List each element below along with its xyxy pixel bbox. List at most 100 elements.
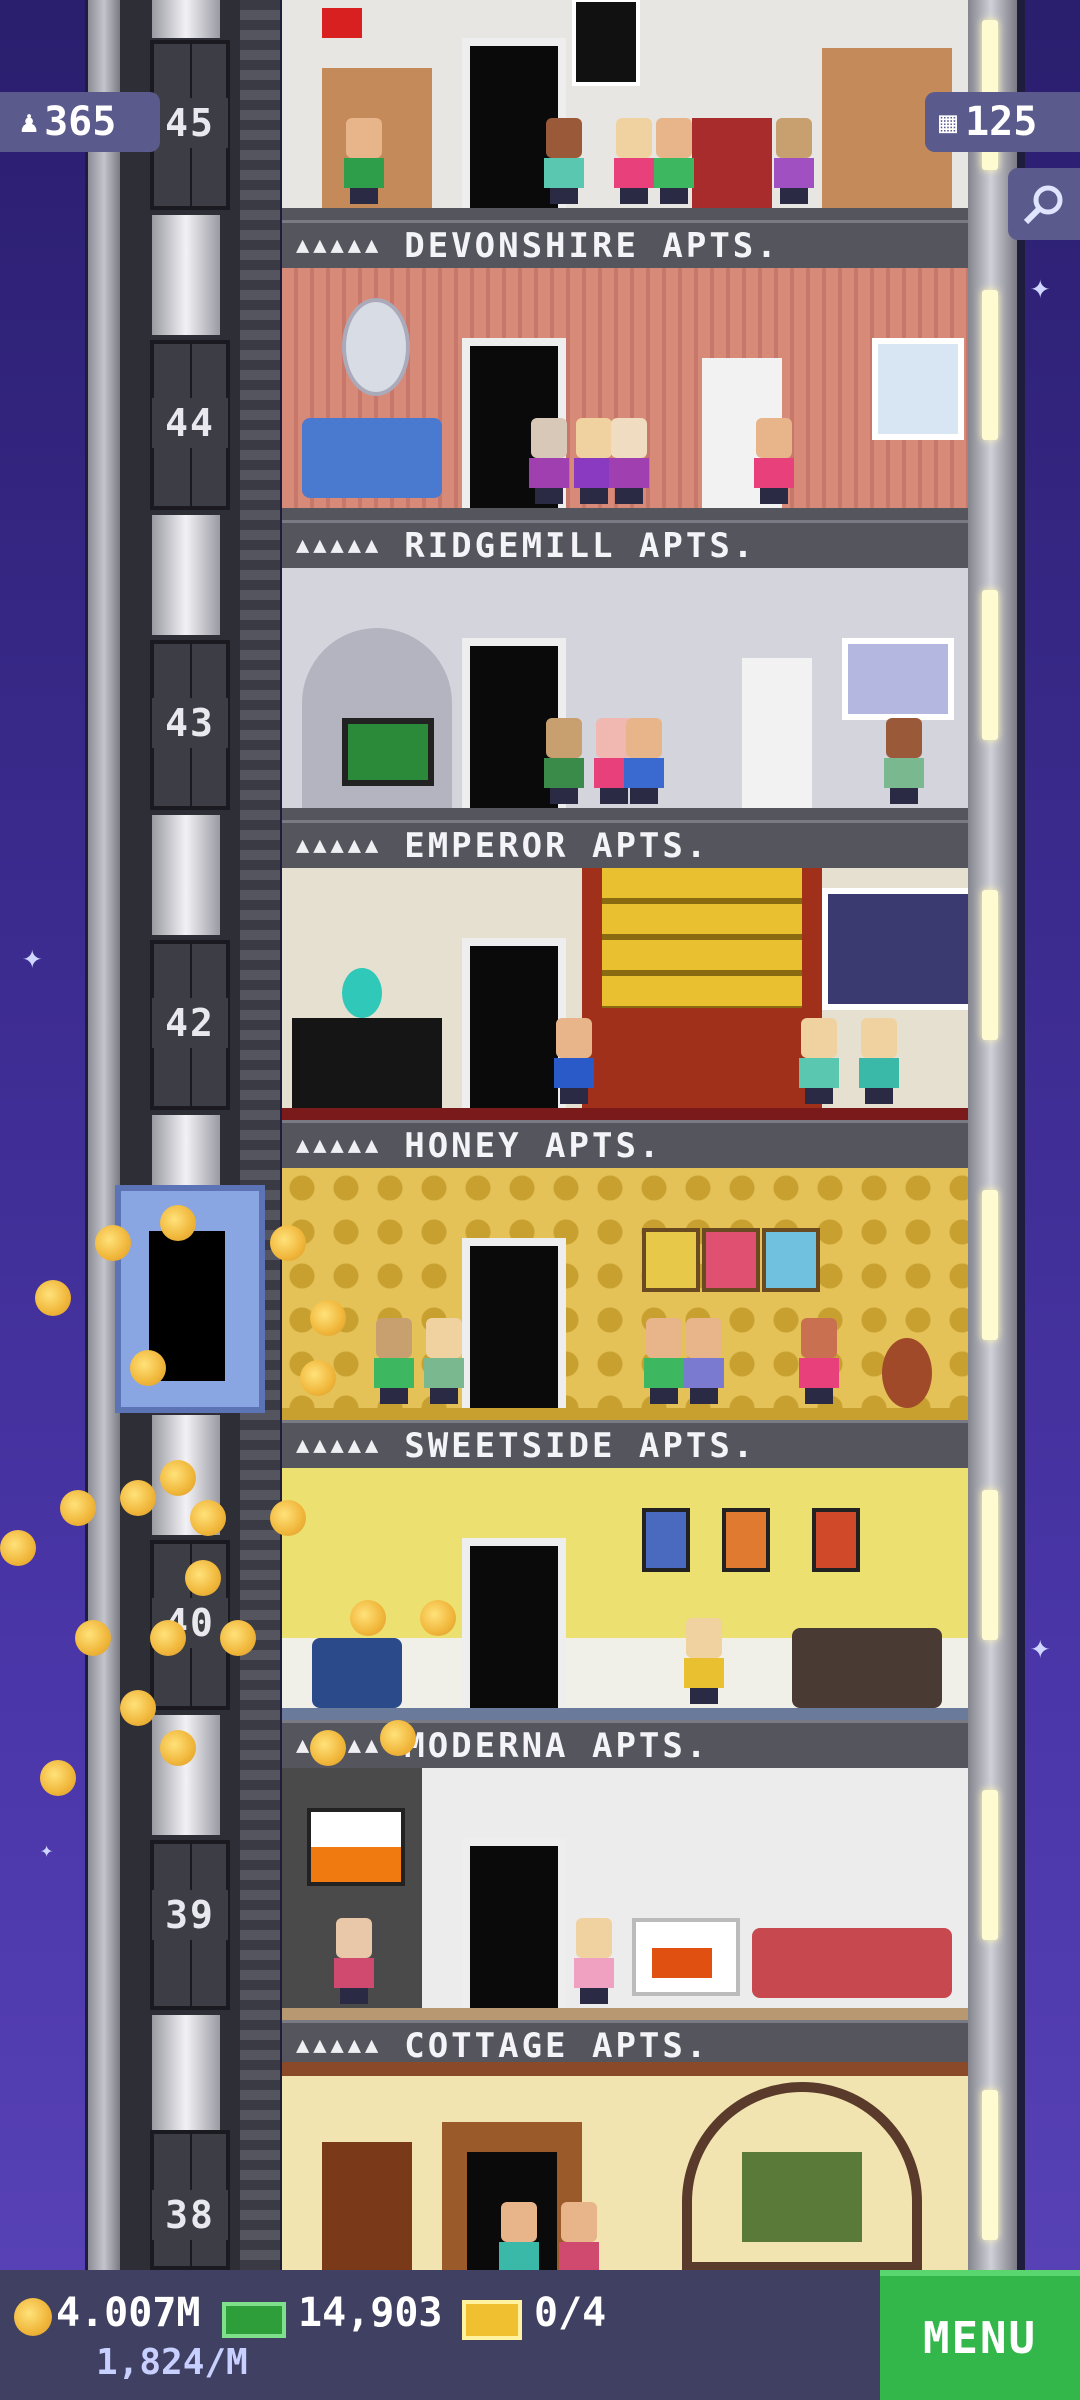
- star-decoration: ✦: [1030, 1627, 1051, 1667]
- tower-left-pillar: [88, 0, 120, 2270]
- picture-frame: [642, 1228, 700, 1292]
- room-interior: [282, 1168, 968, 1416]
- floor-banner[interactable]: ▲▲▲▲▲ RIDGEMILL APTS.: [282, 520, 968, 568]
- floor-banner[interactable]: ▲▲▲▲▲ COTTAGE APTS.: [282, 2020, 968, 2068]
- coin-particle: [160, 1205, 196, 1241]
- floor-cottage[interactable]: ▲▲▲▲▲ COTTAGE APTS.: [282, 1768, 968, 2068]
- window-light: [982, 1190, 998, 1340]
- apartment-door[interactable]: [462, 938, 566, 1116]
- coin-particle: [190, 1500, 226, 1536]
- mirror: [342, 298, 410, 396]
- bux-value: 14,903: [298, 2290, 443, 2336]
- floor-name: MODERNA APTS.: [404, 1725, 710, 1766]
- floor-devonshire[interactable]: ▲▲▲▲▲ DEVONSHIRE APTS.: [282, 0, 968, 268]
- room-interior: [282, 2062, 968, 2270]
- star-decoration: ✦: [1030, 267, 1051, 307]
- floor-base: [282, 2008, 968, 2020]
- flower-pot: [882, 1338, 932, 1408]
- vase: [342, 968, 382, 1018]
- floor-name: SWEETSIDE APTS.: [404, 1425, 757, 1466]
- window-light: [982, 290, 998, 440]
- sofa: [752, 1928, 952, 1998]
- floor-number: 45: [152, 98, 228, 148]
- fire: [652, 1948, 712, 1978]
- coin-particle: [130, 1350, 166, 1386]
- shaft-light: [152, 2015, 220, 2135]
- floor-number: 39: [152, 1890, 228, 1940]
- window: [842, 638, 954, 720]
- floor-banner[interactable]: ▲▲▲▲▲ DEVONSHIRE APTS.: [282, 220, 968, 268]
- coin-particle: [120, 1480, 156, 1516]
- star-rating: ▲▲▲▲▲: [296, 1133, 383, 1158]
- floor-base: [282, 1708, 968, 1720]
- floor-sweetside[interactable]: ▲▲▲▲▲ SWEETSIDE APTS.: [282, 1168, 968, 1468]
- floor-number: 42: [152, 998, 228, 1048]
- coin-particle: [120, 1690, 156, 1726]
- floor-name: RIDGEMILL APTS.: [404, 525, 757, 566]
- coins-rate: 1,824/M: [96, 2342, 248, 2383]
- apartment-door[interactable]: [462, 1238, 566, 1416]
- star-rating: ▲▲▲▲▲: [296, 833, 383, 858]
- coin-particle: [40, 1760, 76, 1796]
- star-rating: ▲▲▲▲▲: [296, 1433, 383, 1458]
- apartment-door[interactable]: [462, 1838, 566, 2016]
- coin-particle: [310, 1730, 346, 1766]
- refrigerator: [742, 658, 812, 808]
- star-rating: ▲▲▲▲▲: [296, 2033, 383, 2058]
- shelf: [692, 118, 772, 208]
- floor-counter[interactable]: ▦ 125: [925, 92, 1080, 152]
- floor-base: [282, 1108, 968, 1120]
- window-light: [982, 590, 998, 740]
- floor-ridgemill[interactable]: ▲▲▲▲▲ RIDGEMILL APTS.: [282, 268, 968, 568]
- art-frame: [307, 1808, 405, 1886]
- menu-button[interactable]: MENU: [880, 2270, 1080, 2400]
- floor-emperor[interactable]: ▲▲▲▲▲ EMPEROR APTS.: [282, 568, 968, 868]
- floor-base: [282, 1408, 968, 1420]
- tickets-value: 0/4: [534, 2290, 607, 2336]
- picture-frame: [722, 1508, 770, 1572]
- flag-decoration: [322, 8, 362, 38]
- star-rating: ▲▲▲▲▲: [296, 233, 383, 258]
- floor-name: HONEY APTS.: [404, 1125, 663, 1166]
- coins-value: 4.007M: [56, 2290, 201, 2336]
- star-decoration: ✦: [40, 1838, 54, 1863]
- floor-banner[interactable]: ▲▲▲▲▲ SWEETSIDE APTS.: [282, 1420, 968, 1468]
- floor-number: 44: [152, 398, 228, 448]
- floor-38[interactable]: [282, 2062, 968, 2270]
- bookshelf: [322, 2142, 412, 2270]
- bux-icon: [222, 2302, 286, 2338]
- floor-honey[interactable]: ▲▲▲▲▲ HONEY APTS.: [282, 868, 968, 1168]
- coin-particle: [220, 1620, 256, 1656]
- population-counter[interactable]: ♟ 365: [0, 92, 160, 152]
- window-light: [982, 1790, 998, 1940]
- coin-particle: [95, 1225, 131, 1261]
- coin-particle: [380, 1720, 416, 1756]
- coin-icon: [14, 2298, 52, 2336]
- floor-base: [282, 508, 968, 520]
- elevator-rail: [240, 0, 280, 2270]
- building-icon: ▦: [939, 104, 958, 140]
- floor-banner[interactable]: ▲▲▲▲▲ EMPEROR APTS.: [282, 820, 968, 868]
- shaft-light: [152, 0, 220, 38]
- coin-particle: [270, 1500, 306, 1536]
- floor-name: COTTAGE APTS.: [404, 2025, 710, 2066]
- floor-base: [282, 208, 968, 220]
- coin-particle: [270, 1225, 306, 1261]
- room-interior: [282, 568, 968, 816]
- picture-frame: [762, 1228, 820, 1292]
- sofa: [302, 418, 442, 498]
- apartment-door[interactable]: [462, 1538, 566, 1716]
- room-interior: [282, 868, 968, 1116]
- window-light: [982, 2090, 998, 2240]
- population-value: 365: [44, 99, 117, 145]
- coin-particle: [60, 1490, 96, 1526]
- floor-banner[interactable]: ▲▲▲▲▲ HONEY APTS.: [282, 1120, 968, 1168]
- search-button[interactable]: [1008, 168, 1080, 240]
- floor-name: DEVONSHIRE APTS.: [404, 225, 780, 266]
- floor-number: 43: [152, 698, 228, 748]
- sofa: [792, 1628, 942, 1708]
- shaft-light: [152, 515, 220, 635]
- shaft-light: [152, 1115, 220, 1185]
- coin-particle: [35, 1280, 71, 1316]
- coin-particle: [310, 1300, 346, 1336]
